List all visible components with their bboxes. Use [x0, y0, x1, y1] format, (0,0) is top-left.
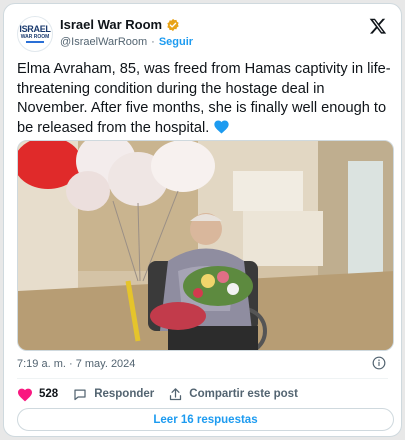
- avatar-logo-top: ISRAEL: [19, 24, 51, 34]
- divider: [17, 378, 388, 379]
- heart-icon: [18, 388, 32, 401]
- reply-bubble-icon: [74, 389, 86, 400]
- share-label: Compartir este post: [189, 388, 298, 400]
- display-name[interactable]: Israel War Room: [60, 17, 162, 32]
- avatar-logo-bar: [26, 41, 44, 43]
- reply-button[interactable]: Responder: [72, 387, 154, 402]
- read-replies-button[interactable]: Leer 16 respuestas: [17, 408, 394, 431]
- share-button[interactable]: Compartir este post: [168, 387, 298, 402]
- avatar[interactable]: ISRAEL WAR ROOM: [17, 16, 53, 52]
- follow-button[interactable]: Seguir: [159, 36, 193, 48]
- tweet-card: ISRAEL WAR ROOM Israel War Room @IsraelW…: [3, 3, 402, 437]
- name-row: Israel War Room: [60, 17, 180, 32]
- verified-badge-icon: [167, 18, 179, 31]
- reply-label: Responder: [94, 388, 155, 400]
- timestamp[interactable]: 7:19 a. m. · 7 may. 2024: [17, 358, 135, 370]
- like-count: 528: [39, 388, 59, 400]
- blue-heart-icon: [213, 119, 230, 141]
- action-bar: 528 Responder Compartir este post: [17, 385, 312, 403]
- photo-illustration: [18, 141, 393, 350]
- info-icon[interactable]: [372, 356, 386, 370]
- x-logo-icon[interactable]: [369, 17, 387, 35]
- tweet-text: Elma Avraham, 85, was freed from Hamas c…: [17, 60, 397, 140]
- handle[interactable]: @IsraelWarRoom: [60, 36, 147, 48]
- share-icon: [170, 387, 182, 400]
- handle-row: @IsraelWarRoom · Seguir: [60, 36, 193, 48]
- avatar-logo-bottom: WAR ROOM: [20, 34, 50, 40]
- tweet-photo[interactable]: [17, 140, 394, 351]
- separator-dot: ·: [151, 36, 155, 48]
- tweet-body: Elma Avraham, 85, was freed from Hamas c…: [17, 61, 391, 136]
- like-button[interactable]: 528: [17, 387, 58, 402]
